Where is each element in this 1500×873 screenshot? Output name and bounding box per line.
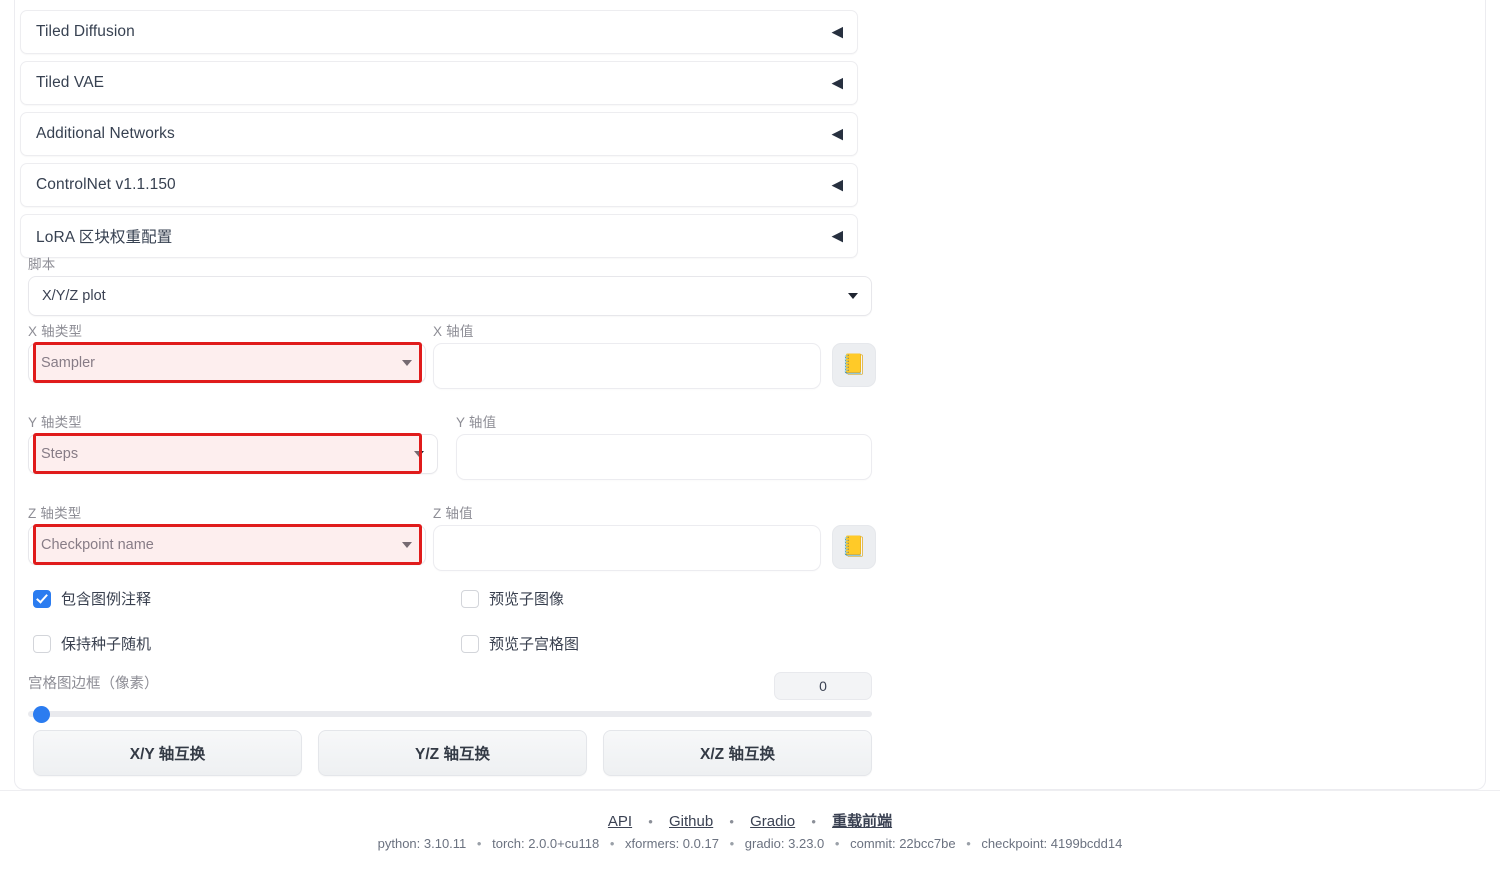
- chevron-down-icon: [414, 451, 424, 457]
- y-axis-type-select[interactable]: Steps: [28, 434, 438, 474]
- accordion-additional-networks[interactable]: Additional Networks ◀: [20, 112, 858, 156]
- z-axis-type-col: Z 轴类型 Checkpoint name: [28, 502, 426, 565]
- left-triangle-icon[interactable]: ◀: [831, 229, 843, 244]
- version-python: python: 3.10.11: [377, 836, 467, 851]
- z-axis-row: Z 轴类型 Checkpoint name Z 轴值 📒: [28, 502, 876, 582]
- chevron-down-icon: [402, 360, 412, 366]
- z-axis-type-label: Z 轴类型: [28, 506, 82, 521]
- left-triangle-icon[interactable]: ◀: [831, 178, 843, 193]
- checkbox-keep-seed-random[interactable]: 保持种子随机: [33, 633, 151, 654]
- z-axis-value-label: Z 轴值: [433, 506, 473, 521]
- checkbox-label: 包含图例注释: [61, 591, 152, 608]
- x-axis-value-col: X 轴值 📒: [433, 320, 876, 389]
- x-axis-value-input[interactable]: [433, 343, 821, 389]
- x-axis-type-label: X 轴类型: [28, 324, 83, 339]
- ledger-icon: 📒: [841, 536, 867, 558]
- checkbox-preview-sub-grid[interactable]: 预览子宫格图: [461, 633, 579, 654]
- x-axis-value-label: X 轴值: [433, 324, 474, 339]
- swap-xy-label: X/Y 轴互换: [129, 746, 206, 763]
- grid-margin-number-input[interactable]: 0: [774, 672, 872, 700]
- accordion-label: Tiled Diffusion: [36, 23, 135, 40]
- version-torch: torch: 2.0.0+cu118: [492, 836, 600, 851]
- footer-link-github[interactable]: Github: [669, 813, 713, 830]
- y-axis-value-label: Y 轴值: [456, 415, 497, 430]
- accordion-tiled-vae[interactable]: Tiled VAE ◀: [20, 61, 858, 105]
- accordion-tiled-diffusion[interactable]: Tiled Diffusion ◀: [20, 10, 858, 54]
- version-separator: •: [729, 836, 735, 851]
- grid-margin-slider[interactable]: [28, 706, 872, 723]
- accordion-label: Additional Networks: [36, 125, 175, 142]
- slider-track: [28, 711, 872, 717]
- x-axis-type-col: X 轴类型 Sampler: [28, 320, 426, 383]
- swap-yz-button[interactable]: Y/Z 轴互换: [318, 730, 587, 776]
- x-axis-type-select[interactable]: Sampler: [28, 343, 426, 383]
- z-axis-ledger-button[interactable]: 📒: [832, 525, 876, 569]
- x-axis-ledger-button[interactable]: 📒: [832, 343, 876, 387]
- chevron-down-icon: [402, 542, 412, 548]
- accordion-controlnet[interactable]: ControlNet v1.1.150 ◀: [20, 163, 858, 207]
- grid-margin-label: 宫格图边框（像素）: [28, 676, 159, 692]
- checkbox-box[interactable]: [33, 634, 51, 653]
- y-axis-type-col: Y 轴类型 Steps: [28, 411, 438, 474]
- checkbox-box[interactable]: [33, 589, 51, 608]
- y-axis-type-value: Steps: [41, 446, 79, 462]
- z-axis-type-value: Checkpoint name: [41, 537, 154, 553]
- accordion-list: Tiled Diffusion ◀ Tiled VAE ◀ Additional…: [20, 10, 858, 265]
- version-separator: •: [966, 836, 971, 851]
- footer-links: API • Github • Gradio • 重载前端: [0, 810, 1500, 831]
- z-axis-value-input[interactable]: [433, 525, 821, 571]
- footer-link-api[interactable]: API: [608, 813, 632, 830]
- script-label: 脚本: [28, 257, 56, 272]
- y-axis-row: Y 轴类型 Steps Y 轴值: [28, 411, 872, 491]
- chevron-down-icon: [848, 293, 858, 299]
- y-axis-value-col: Y 轴值: [456, 411, 872, 480]
- left-triangle-icon[interactable]: ◀: [831, 127, 843, 142]
- checkbox-label: 预览子宫格图: [489, 636, 580, 653]
- script-select-value: X/Y/Z plot: [42, 288, 106, 304]
- z-axis-value-col: Z 轴值 📒: [433, 502, 876, 571]
- slider-thumb[interactable]: [33, 706, 50, 723]
- version-separator: •: [834, 836, 840, 851]
- footer-link-gradio[interactable]: Gradio: [750, 813, 795, 830]
- x-axis-type-value: Sampler: [41, 355, 95, 371]
- swap-yz-label: Y/Z 轴互换: [415, 746, 490, 763]
- swap-xz-label: X/Z 轴互换: [700, 746, 775, 763]
- x-axis-row: X 轴类型 Sampler X 轴值 📒: [28, 320, 876, 400]
- version-separator: •: [609, 836, 615, 851]
- footer-separator: •: [729, 814, 734, 829]
- footer-link-reload-ui[interactable]: 重载前端: [832, 813, 892, 830]
- footer-divider: [0, 790, 1500, 791]
- version-xformers: xformers: 0.0.17: [625, 836, 719, 851]
- footer-separator: •: [811, 814, 816, 829]
- z-axis-type-select[interactable]: Checkpoint name: [28, 525, 426, 565]
- left-triangle-icon[interactable]: ◀: [831, 76, 843, 91]
- footer-separator: •: [648, 814, 653, 829]
- checkbox-box[interactable]: [461, 589, 479, 608]
- version-checkpoint: checkpoint: 4199bcdd14: [981, 836, 1123, 851]
- left-triangle-icon[interactable]: ◀: [831, 25, 843, 40]
- checkbox-label: 保持种子随机: [61, 636, 152, 653]
- script-select[interactable]: X/Y/Z plot: [28, 276, 872, 316]
- footer-versions: python: 3.10.11 • torch: 2.0.0+cu118 • x…: [0, 836, 1500, 851]
- y-axis-value-input[interactable]: [456, 434, 872, 480]
- accordion-label: Tiled VAE: [36, 74, 105, 91]
- checkbox-include-legend[interactable]: 包含图例注释: [33, 588, 151, 609]
- swap-xy-button[interactable]: X/Y 轴互换: [33, 730, 302, 776]
- script-block: 脚本 X/Y/Z plot: [28, 253, 872, 316]
- y-axis-type-label: Y 轴类型: [28, 415, 83, 430]
- ledger-icon: 📒: [841, 354, 867, 376]
- accordion-lora-block-weight[interactable]: LoRA 区块权重配置 ◀: [20, 214, 858, 258]
- version-commit: commit: 22bcc7be: [850, 836, 956, 851]
- checkbox-preview-sub-images[interactable]: 预览子图像: [461, 588, 564, 609]
- page-root: Tiled Diffusion ◀ Tiled VAE ◀ Additional…: [0, 0, 1500, 873]
- version-separator: •: [476, 836, 482, 851]
- swap-xz-button[interactable]: X/Z 轴互换: [603, 730, 872, 776]
- checkbox-box[interactable]: [461, 634, 479, 653]
- accordion-label: LoRA 区块权重配置: [36, 229, 173, 246]
- accordion-label: ControlNet v1.1.150: [36, 176, 176, 193]
- version-gradio: gradio: 3.23.0: [744, 836, 825, 851]
- checkbox-label: 预览子图像: [489, 591, 565, 608]
